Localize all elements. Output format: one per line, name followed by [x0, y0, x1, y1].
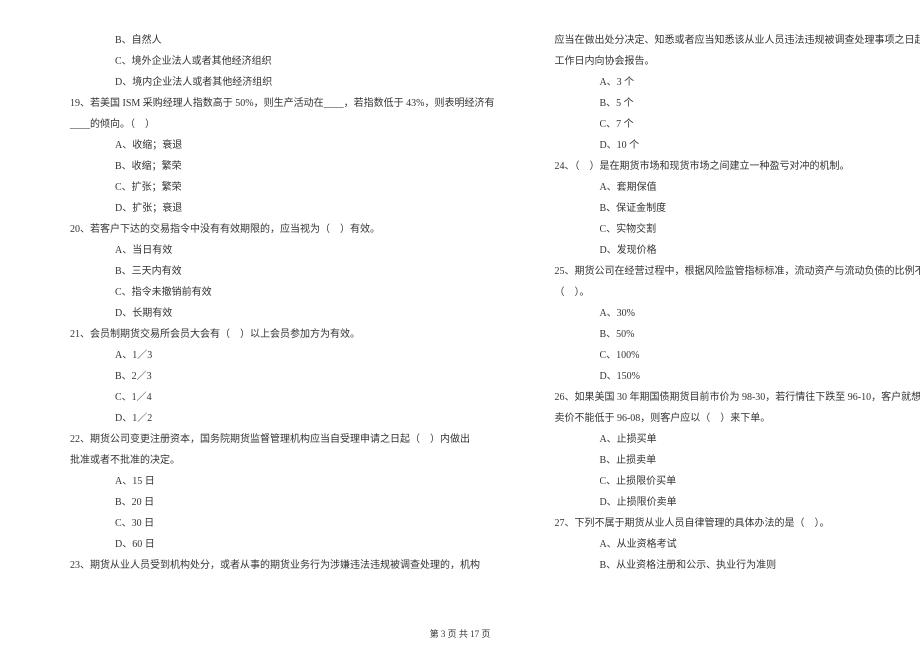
q23-option-a: A、3 个 — [524, 72, 920, 93]
q19-option-c: C、扩张；繁荣 — [40, 177, 494, 198]
q23-option-b: B、5 个 — [524, 93, 920, 114]
q24-option-a: A、套期保值 — [524, 177, 920, 198]
q26-option-a: A、止损买单 — [524, 429, 920, 450]
q23-option-d: D、10 个 — [524, 135, 920, 156]
page-content: B、自然人 C、境外企业法人或者其他经济组织 D、境内企业法人或者其他经济组织 … — [40, 30, 880, 620]
q23-option-c: C、7 个 — [524, 114, 920, 135]
q21-option-b: B、2／3 — [40, 366, 494, 387]
q24-option-d: D、发现价格 — [524, 240, 920, 261]
q25-option-b: B、50% — [524, 324, 920, 345]
q26-option-c: C、止损限价买单 — [524, 471, 920, 492]
q19-text: 19、若美国 ISM 采购经理人指数高于 50%，则生产活动在____，若指数低… — [40, 93, 494, 114]
q21-text: 21、会员制期货交易所会员大会有（ ）以上会员参加方为有效。 — [40, 324, 494, 345]
q27-text: 27、下列不属于期货从业人员自律管理的具体办法的是（ ）。 — [524, 513, 920, 534]
q18-option-b: B、自然人 — [40, 30, 494, 51]
q20-text: 20、若客户下达的交易指令中没有有效期限的，应当视为（ ）有效。 — [40, 219, 494, 240]
q20-option-b: B、三天内有效 — [40, 261, 494, 282]
q25-text: 25、期货公司在经营过程中，根据风险监管指标标准，流动资产与流动负债的比例不得低… — [524, 261, 920, 282]
q27-option-b: B、从业资格注册和公示、执业行为准则 — [524, 555, 920, 576]
q22-option-d: D、60 日 — [40, 534, 494, 555]
page-footer: 第 3 页 共 17 页 — [0, 627, 920, 640]
q19-option-d: D、扩张；衰退 — [40, 198, 494, 219]
q21-option-c: C、1／4 — [40, 387, 494, 408]
q25-option-a: A、30% — [524, 303, 920, 324]
q25-option-c: C、100% — [524, 345, 920, 366]
q20-option-c: C、指令未撤销前有效 — [40, 282, 494, 303]
q23-cont2: 工作日内向协会报告。 — [524, 51, 920, 72]
q19-option-a: A、收缩；衰退 — [40, 135, 494, 156]
q26-text: 26、如果美国 30 年期国债期货目前市价为 98-30，若行情往下跌至 96-… — [524, 387, 920, 408]
q27-option-a: A、从业资格考试 — [524, 534, 920, 555]
q22-option-c: C、30 日 — [40, 513, 494, 534]
q25-option-d: D、150% — [524, 366, 920, 387]
q25-cont: （ ）。 — [524, 282, 920, 303]
q23-text: 23、期货从业人员受到机构处分，或者从事的期货业务行为涉嫌违法违规被调查处理的，… — [40, 555, 494, 576]
q21-option-d: D、1／2 — [40, 408, 494, 429]
right-column: 应当在做出处分决定、知悉或者应当知悉该从业人员违法违规被调查处理事项之日起（ ）… — [524, 30, 920, 620]
q22-option-a: A、15 日 — [40, 471, 494, 492]
q22-option-b: B、20 日 — [40, 492, 494, 513]
q19-cont: ____的倾向。（ ） — [40, 114, 494, 135]
q18-option-d: D、境内企业法人或者其他经济组织 — [40, 72, 494, 93]
q26-option-b: B、止损卖单 — [524, 450, 920, 471]
q26-option-d: D、止损限价卖单 — [524, 492, 920, 513]
q24-option-c: C、实物交割 — [524, 219, 920, 240]
q23-cont1: 应当在做出处分决定、知悉或者应当知悉该从业人员违法违规被调查处理事项之日起（ ） — [524, 30, 920, 51]
q21-option-a: A、1／3 — [40, 345, 494, 366]
q26-cont: 卖价不能低于 96-08，则客户应以（ ）来下单。 — [524, 408, 920, 429]
q20-option-a: A、当日有效 — [40, 240, 494, 261]
q24-text: 24、（ ）是在期货市场和现货市场之间建立一种盈亏对冲的机制。 — [524, 156, 920, 177]
left-column: B、自然人 C、境外企业法人或者其他经济组织 D、境内企业法人或者其他经济组织 … — [40, 30, 494, 620]
q20-option-d: D、长期有效 — [40, 303, 494, 324]
q18-option-c: C、境外企业法人或者其他经济组织 — [40, 51, 494, 72]
q24-option-b: B、保证金制度 — [524, 198, 920, 219]
q22-text: 22、期货公司变更注册资本，国务院期货监督管理机构应当自受理申请之日起（ ）内做… — [40, 429, 494, 450]
q19-option-b: B、收缩；繁荣 — [40, 156, 494, 177]
q22-cont: 批准或者不批准的决定。 — [40, 450, 494, 471]
